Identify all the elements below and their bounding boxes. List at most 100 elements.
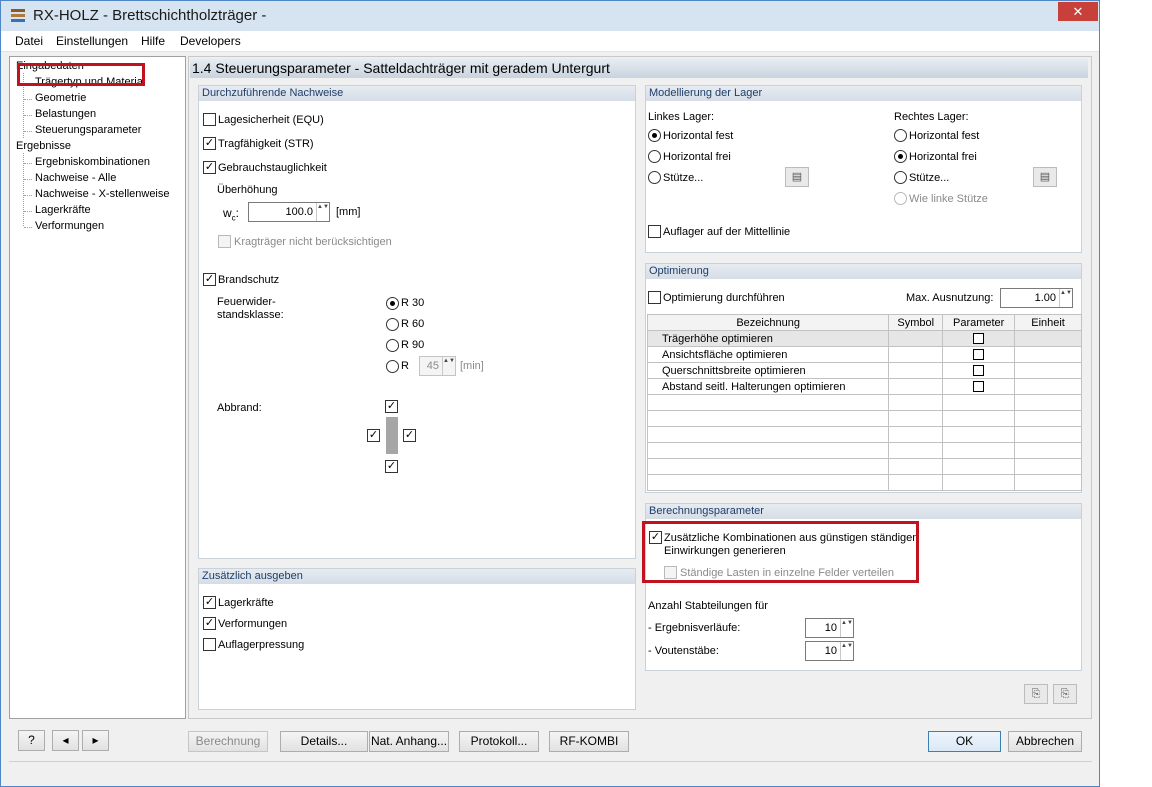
status-bar <box>9 761 1092 779</box>
table-row[interactable]: Abstand seitl. Halterungen optimieren <box>646 378 1082 395</box>
label-links-stuetze: Stütze... <box>663 172 704 184</box>
radio-rechts-stuetze[interactable] <box>894 171 907 184</box>
voutenstaebe-input[interactable]: 10 ▲▼ <box>805 641 854 661</box>
label-r-unit: [min] <box>460 360 484 372</box>
table-row[interactable]: Ansichtsfläche optimieren <box>646 346 1082 363</box>
radio-links-frei[interactable] <box>648 150 661 163</box>
checkbox-equ[interactable] <box>203 113 216 126</box>
main-panel: 1.4 Steuerungsparameter - Satteldachträg… <box>188 56 1092 719</box>
edit-icon: ▤ <box>791 171 803 183</box>
rf-kombi-button[interactable]: RF-KOMBI <box>549 731 629 752</box>
param-checkbox[interactable] <box>973 349 985 361</box>
next-button[interactable]: ▸ <box>82 730 109 751</box>
import-button[interactable]: ⎘ <box>1053 684 1077 704</box>
column-header: Einheit <box>1014 314 1082 331</box>
menu-developers[interactable]: Developers <box>180 34 241 48</box>
bottom-toolbar: ? ◂ ▸ Berechnung Details... Nat. Anhang.… <box>9 724 1092 760</box>
nat-anhang-button[interactable]: Nat. Anhang... <box>369 731 449 752</box>
arrow-left-icon: ◂ <box>62 733 69 747</box>
menu-hilfe[interactable]: Hilfe <box>141 34 165 48</box>
tree-item-nachweise-x[interactable]: Nachweise - X-stellenweise <box>35 188 170 200</box>
close-button[interactable]: ✕ <box>1058 2 1098 21</box>
checkbox-kragtraeger <box>218 235 231 248</box>
spin-arrows-icon[interactable]: ▲▼ <box>316 203 329 221</box>
protokoll-button[interactable]: Protokoll... <box>459 731 539 752</box>
checkbox-abbrand-bottom[interactable]: ✓ <box>385 460 398 473</box>
tree-item-steuerungsparameter[interactable]: Steuerungsparameter <box>35 124 141 136</box>
max-ausnutzung-input[interactable]: 1.00 ▲▼ <box>1000 288 1073 308</box>
radio-r-custom[interactable] <box>386 360 399 373</box>
radio-rechts-frei[interactable] <box>894 150 907 163</box>
checkbox-verformungen[interactable]: ✓ <box>203 617 216 630</box>
checkbox-gebrauch[interactable]: ✓ <box>203 161 216 174</box>
spin-arrows-icon: ▲▼ <box>442 357 455 375</box>
checkbox-brandschutz[interactable]: ✓ <box>203 273 216 286</box>
app-icon <box>11 9 25 22</box>
table-row[interactable]: Trägerhöhe optimieren <box>646 330 1082 347</box>
tree-item-ergebniskombinationen[interactable]: Ergebniskombinationen <box>35 156 150 168</box>
group-zusaetzlich: Zusätzlich ausgeben ✓ Lagerkräfte ✓ Verf… <box>198 568 636 710</box>
table-row <box>646 426 1082 443</box>
row-label: Ansichtsfläche optimieren <box>646 346 890 363</box>
tree-item-lagerkraefte[interactable]: Lagerkräfte <box>35 204 91 216</box>
radio-links-stuetze[interactable] <box>648 171 661 184</box>
tree-item-geometrie[interactable]: Geometrie <box>35 92 86 104</box>
table-row <box>646 458 1082 475</box>
navigator-tree: Eingabedaten Trägertyp und Material Geom… <box>9 56 186 719</box>
spin-arrows-icon[interactable]: ▲▼ <box>1059 289 1072 307</box>
radio-links-fest[interactable] <box>648 129 661 142</box>
param-checkbox[interactable] <box>973 333 985 345</box>
details-button[interactable]: Details... <box>280 731 368 752</box>
help-button[interactable]: ? <box>18 730 45 751</box>
previous-button[interactable]: ◂ <box>52 730 79 751</box>
ok-button[interactable]: OK <box>928 731 1001 752</box>
abbrechen-button[interactable]: Abbrechen <box>1008 731 1082 752</box>
radio-r30[interactable] <box>386 297 399 310</box>
label-optimierung: Optimierung durchführen <box>663 292 785 304</box>
checkbox-abbrand-right[interactable]: ✓ <box>403 429 416 442</box>
checkbox-abbrand-top[interactable]: ✓ <box>385 400 398 413</box>
checkbox-str[interactable]: ✓ <box>203 137 216 150</box>
label-links-frei: Horizontal frei <box>663 151 731 163</box>
menu-datei[interactable]: Datei <box>15 34 43 48</box>
param-checkbox[interactable] <box>973 381 985 393</box>
radio-r60[interactable] <box>386 318 399 331</box>
label-kragtraeger: Kragträger nicht berücksichtigen <box>234 236 392 248</box>
optimization-table: Bezeichnung Symbol Parameter Einheit Trä… <box>646 314 1082 491</box>
checkbox-lagerkraefte[interactable]: ✓ <box>203 596 216 609</box>
export-button[interactable]: ⎘ <box>1024 684 1048 704</box>
ergebnisverlaeufe-input[interactable]: 10 ▲▼ <box>805 618 854 638</box>
checkbox-auflagerpressung[interactable] <box>203 638 216 651</box>
label-ergebnisverlaeufe: - Ergebnisverläufe: <box>648 622 741 634</box>
edit-stuetze-right-button[interactable]: ▤ <box>1033 167 1057 187</box>
tree-item-belastungen[interactable]: Belastungen <box>35 108 96 120</box>
app-window: RX-HOLZ - Brettschichtholzträger - ✕ Dat… <box>0 0 1100 787</box>
spin-arrows-icon[interactable]: ▲▼ <box>840 619 853 637</box>
edit-stuetze-left-button[interactable]: ▤ <box>785 167 809 187</box>
tree-item-nachweise-alle[interactable]: Nachweise - Alle <box>35 172 116 184</box>
checkbox-optimierung[interactable] <box>648 291 661 304</box>
page-title: 1.4 Steuerungsparameter - Satteldachträg… <box>190 58 1088 78</box>
label-max-ausnutzung: Max. Ausnutzung: <box>906 292 994 304</box>
label-wc-unit: [mm] <box>336 206 361 218</box>
radio-r90[interactable] <box>386 339 399 352</box>
checkbox-abbrand-left[interactable]: ✓ <box>367 429 380 442</box>
label-verformungen: Verformungen <box>218 618 288 630</box>
spin-arrows-icon[interactable]: ▲▼ <box>840 642 853 660</box>
selected-item-highlight <box>17 63 145 86</box>
title-bar[interactable]: RX-HOLZ - Brettschichtholzträger - ✕ <box>1 1 1099 31</box>
tree-root-ergebnisse[interactable]: Ergebnisse <box>16 140 71 152</box>
label-anzahl: Anzahl Stabteilungen für <box>648 600 768 612</box>
import-icon: ⎘ <box>1060 688 1070 700</box>
tree-item-verformungen[interactable]: Verformungen <box>35 220 104 232</box>
label-rechts-fest: Horizontal fest <box>909 130 980 142</box>
checkbox-mittellinie[interactable] <box>648 225 661 238</box>
radio-rechts-fest[interactable] <box>894 129 907 142</box>
table-row[interactable]: Querschnittsbreite optimieren <box>646 362 1082 379</box>
group-optimierung: Optimierung Optimierung durchführen Max.… <box>645 263 1082 493</box>
param-checkbox[interactable] <box>973 365 985 377</box>
wc-input[interactable]: 100.0 ▲▼ <box>248 202 330 222</box>
label-wc: wc: <box>223 206 240 223</box>
menu-einstellungen[interactable]: Einstellungen <box>56 34 128 48</box>
table-row <box>646 394 1082 411</box>
